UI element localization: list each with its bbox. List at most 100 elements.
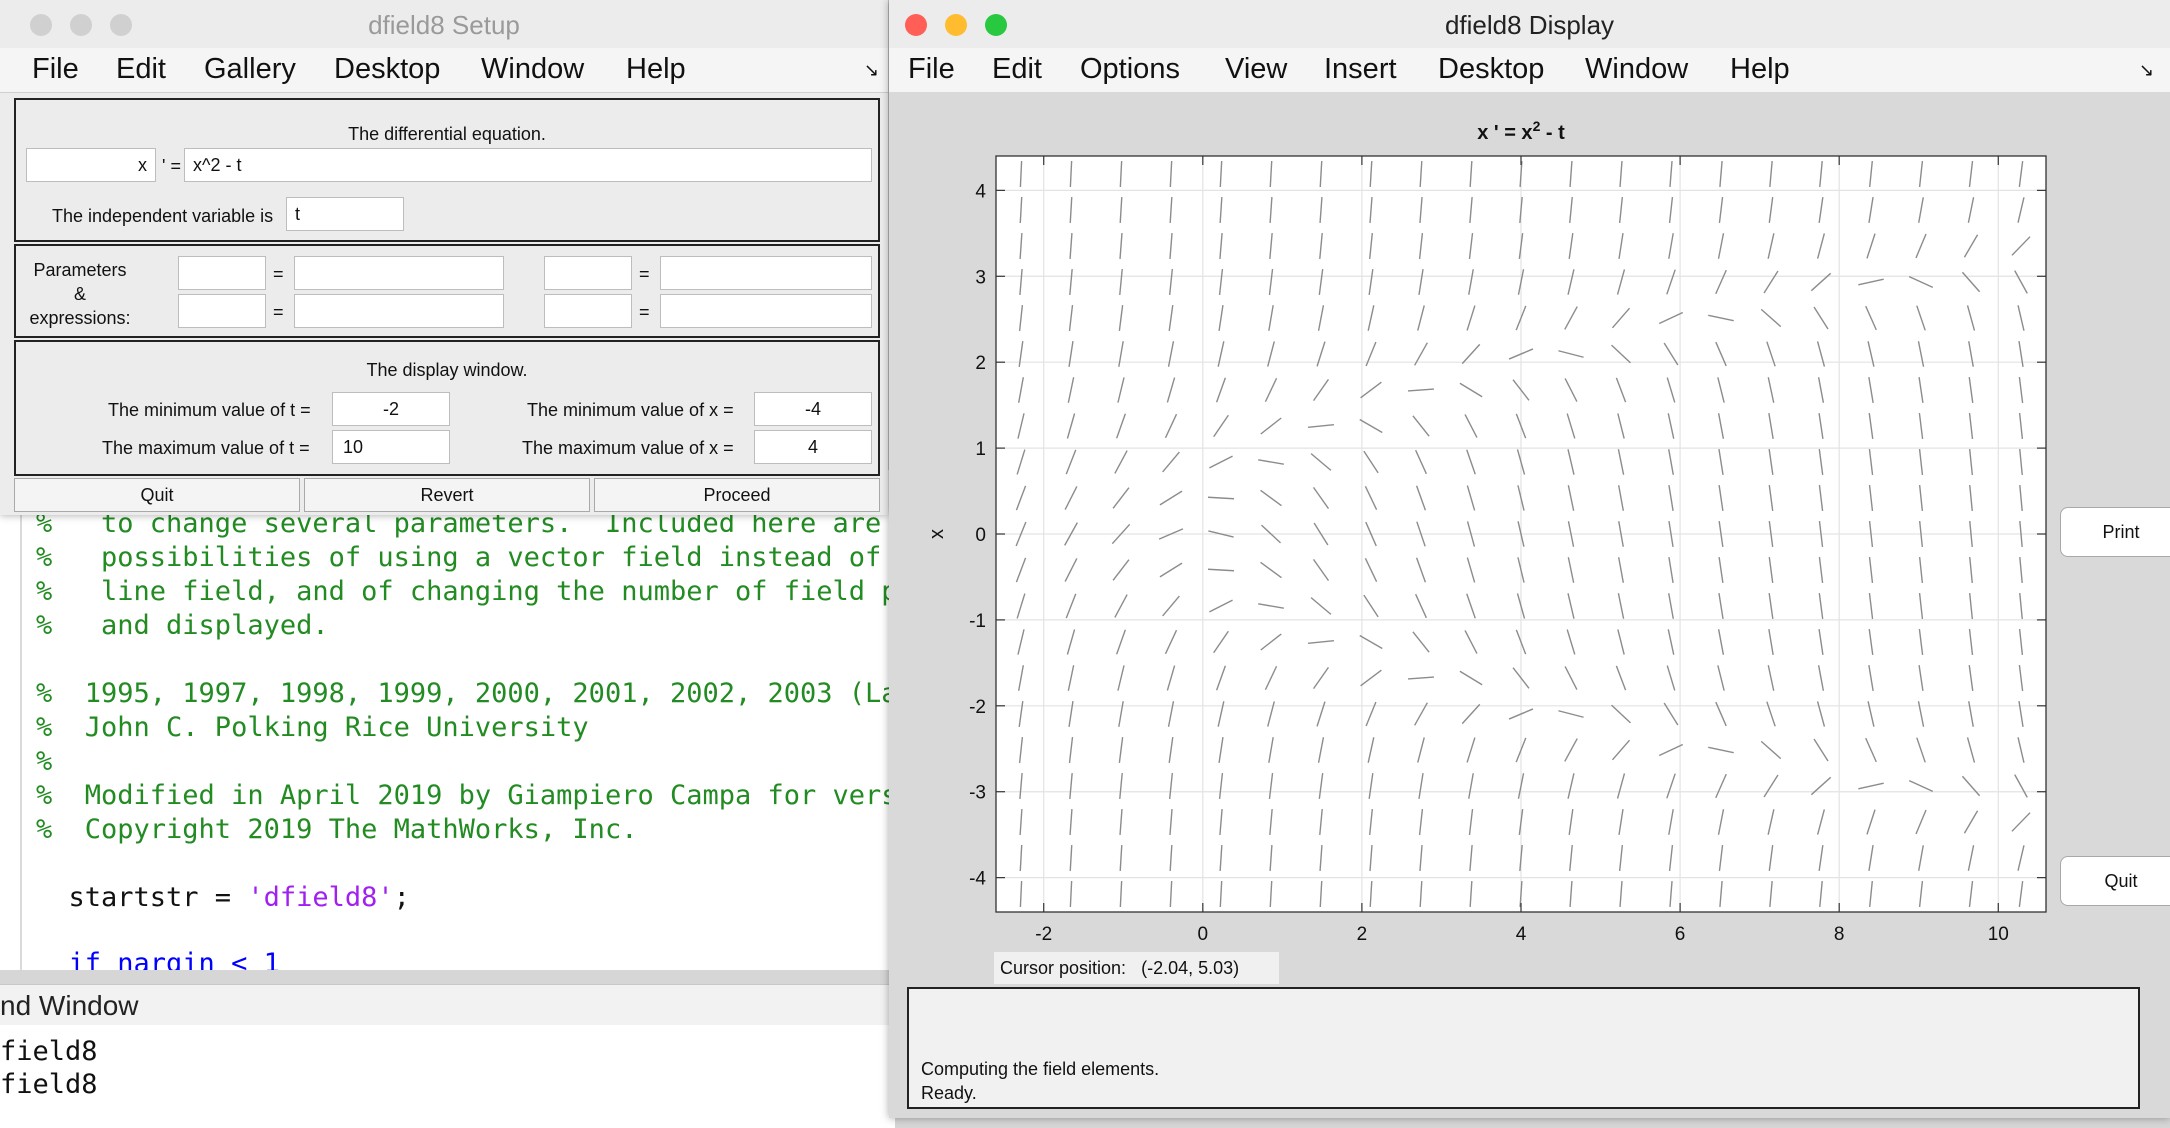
code-line: % [36, 746, 53, 777]
parameter-name-input[interactable] [544, 294, 632, 328]
menu-desktop[interactable]: Desktop [1438, 53, 1544, 86]
message-box: Computing the field elements. Ready. [907, 987, 2140, 1109]
parameter-name-input[interactable] [178, 294, 266, 328]
equals-sign: = [273, 302, 284, 322]
prime-equals-label: ' = [162, 156, 181, 176]
equation-rhs-input[interactable] [184, 148, 872, 182]
equation-heading: The differential equation. [348, 124, 546, 144]
code-line: startstr = 'dfield8'; [36, 882, 410, 913]
independent-variable-label: The independent variable is [52, 206, 274, 226]
y-tick-label: -3 [969, 783, 986, 804]
display-titlebar[interactable]: dfield8 Display [889, 0, 2170, 48]
tmax-label: The maximum value of t = [102, 438, 310, 458]
dock-arrow-icon[interactable]: ↘ [864, 60, 879, 81]
command-window-title: nd Window [0, 990, 139, 1021]
x-tick-label: 4 [1516, 924, 1527, 942]
independent-variable-input[interactable] [286, 197, 404, 231]
menu-insert[interactable]: Insert [1324, 53, 1397, 86]
parameter-value-input[interactable] [294, 256, 504, 290]
cursor-position-label: Cursor position: [1000, 958, 1127, 978]
parameters-label: expressions: [29, 308, 131, 328]
code-text: ; [393, 882, 410, 913]
status-message: Ready. [921, 1083, 977, 1103]
xmin-label: The minimum value of x = [527, 400, 734, 420]
parameter-name-input[interactable] [544, 256, 632, 290]
x-tick-label: 2 [1357, 924, 1368, 942]
command-window[interactable]: field8 field8 [0, 1025, 895, 1128]
x-tick-label: -2 [1035, 924, 1052, 942]
cursor-position-readout: Cursor position: (-2.04, 5.03) [994, 952, 1279, 984]
setup-window[interactable]: dfield8 Setup File Edit Gallery Desktop … [0, 0, 888, 515]
code-text: startstr = [36, 882, 248, 913]
code-line: % 1995, 1997, 1998, 1999, 2000, 2001, 20… [36, 678, 895, 709]
chart-title-superscript: 2 [1533, 118, 1541, 134]
menu-gallery[interactable]: Gallery [204, 53, 296, 86]
parameter-value-input[interactable] [294, 294, 504, 328]
display-window-heading: The display window. [366, 360, 528, 380]
xmax-label: The maximum value of x = [522, 438, 734, 458]
code-line: % possibilities of using a vector field … [36, 542, 882, 573]
menu-edit[interactable]: Edit [116, 53, 166, 86]
setup-titlebar[interactable]: dfield8 Setup [0, 0, 888, 48]
display-window-panel: The display window. The minimum value of… [14, 340, 880, 476]
x-tick-label: 6 [1675, 924, 1686, 942]
chart-title-tail: - t [1540, 122, 1565, 144]
x-tick-label: 0 [1198, 924, 1209, 942]
command-history-line: field8 [0, 1069, 98, 1100]
menu-window[interactable]: Window [481, 53, 584, 86]
dependent-variable-input[interactable] [26, 148, 156, 182]
y-axis-label: x [926, 529, 948, 539]
menu-help[interactable]: Help [1730, 53, 1790, 86]
menu-file[interactable]: File [32, 53, 79, 86]
y-tick-label: -1 [969, 611, 986, 632]
revert-button[interactable]: Revert [304, 478, 590, 512]
quit-button[interactable]: Quit [14, 478, 300, 512]
y-tick-label: 4 [975, 181, 986, 202]
command-history-line: field8 [0, 1036, 98, 1067]
setup-menubar: File Edit Gallery Desktop Window Help ↘ [0, 48, 888, 93]
editor-gutter [20, 470, 22, 970]
display-window-title: dfield8 Display [1444, 10, 1615, 40]
parameter-value-input[interactable] [660, 294, 872, 328]
code-line: % and displayed. [36, 610, 329, 641]
menu-view[interactable]: View [1225, 53, 1287, 86]
code-line: % Modified in April 2019 by Giampiero Ca… [36, 780, 895, 811]
dock-arrow-icon[interactable]: ↘ [2139, 60, 2154, 81]
code-line: % Copyright 2019 The MathWorks, Inc. [36, 814, 638, 845]
display-window[interactable]: dfield8 Display File Edit Options View I… [889, 0, 2170, 1118]
y-tick-label: 3 [975, 267, 986, 288]
parameter-name-input[interactable] [178, 256, 266, 290]
tmin-input[interactable] [332, 392, 450, 426]
menu-help[interactable]: Help [626, 53, 686, 86]
x-tick-label: 8 [1834, 924, 1845, 942]
y-tick-label: 2 [975, 353, 986, 374]
equals-sign: = [273, 264, 284, 284]
code-line: % John C. Polking Rice University [36, 712, 589, 743]
parameter-value-input[interactable] [660, 256, 872, 290]
chart-title: x ' = x2 - t [1477, 118, 1565, 144]
menu-options[interactable]: Options [1080, 53, 1180, 86]
xmin-input[interactable] [754, 392, 872, 426]
cursor-position-value: (-2.04, 5.03) [1141, 958, 1240, 978]
parameters-label: & [73, 284, 86, 304]
print-button[interactable]: Print [2060, 507, 2170, 557]
code-editor[interactable]: % to change several parameters. Included… [0, 470, 895, 970]
tmax-input[interactable] [332, 430, 450, 464]
equation-panel: The differential equation. ' = The indep… [14, 98, 880, 242]
y-tick-label: -2 [969, 697, 986, 718]
proceed-button[interactable]: Proceed [594, 478, 880, 512]
menu-edit[interactable]: Edit [992, 53, 1042, 86]
xmax-input[interactable] [754, 430, 872, 464]
direction-field-chart[interactable]: -20246810-4-3-2-101234 x ' = x2 - t t x [889, 92, 2170, 942]
status-message: Computing the field elements. [921, 1059, 1160, 1079]
setup-window-title: dfield8 Setup [368, 10, 520, 40]
menu-window[interactable]: Window [1585, 53, 1688, 86]
menu-desktop[interactable]: Desktop [334, 53, 440, 86]
menu-file[interactable]: File [908, 53, 955, 86]
x-tick-label: 10 [1988, 924, 2009, 942]
command-window-header[interactable]: nd Window [0, 984, 895, 1026]
y-tick-label: 0 [975, 525, 986, 546]
code-line: if nargin < 1 [36, 948, 280, 970]
quit-display-button[interactable]: Quit [2060, 856, 2170, 906]
code-string: 'dfield8' [247, 882, 394, 913]
